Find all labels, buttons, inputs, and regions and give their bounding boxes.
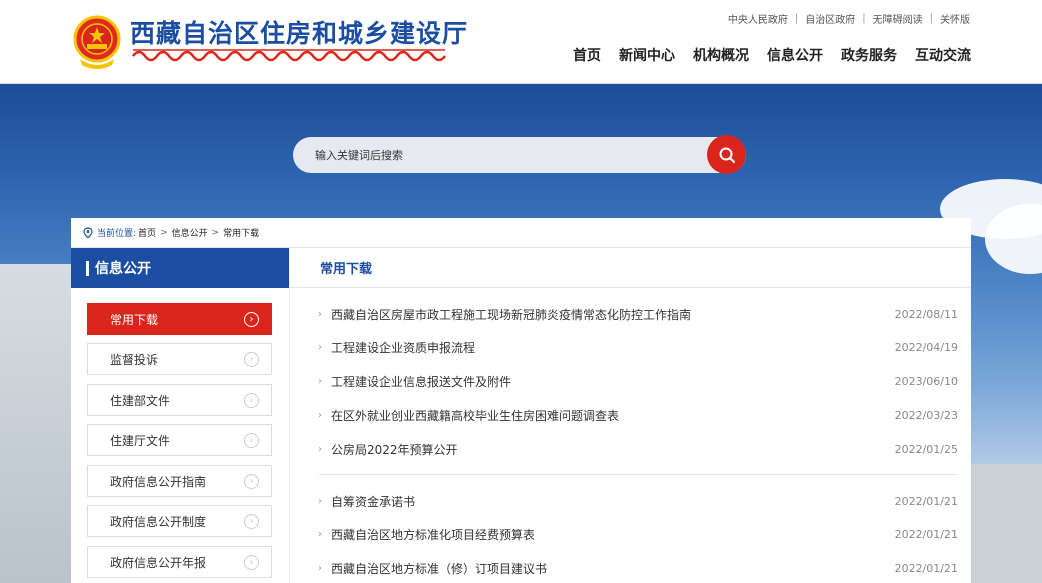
search-input[interactable] xyxy=(293,137,703,173)
nav-item-info-disclosure[interactable]: 信息公开 xyxy=(767,45,823,65)
sidebar-item-label: 政府信息公开指南 xyxy=(110,474,207,489)
sidebar-item-label: 住建部文件 xyxy=(110,393,171,408)
sidebar-item-disclosure-system[interactable]: 政府信息公开制度 › xyxy=(87,505,272,537)
location-pin-icon xyxy=(83,227,93,238)
chevron-right-icon: › xyxy=(244,474,259,489)
sidebar-item-label: 常用下载 xyxy=(110,312,159,327)
list-item[interactable]: › 工程建设企业信息报送文件及附件 2023/06/10 xyxy=(318,371,958,391)
list-item-title[interactable]: 西藏自治区地方标准化项目经费预算表 xyxy=(331,526,895,543)
list-item-date: 2022/01/21 xyxy=(894,494,958,508)
sidebar-item-ministry-docs[interactable]: 住建部文件 › xyxy=(87,384,272,416)
list-item[interactable]: › 在区外就业创业西藏籍高校毕业生住房困难问题调查表 2022/03/23 xyxy=(318,405,958,425)
chevron-right-icon: › xyxy=(244,312,259,327)
list-item[interactable]: › 西藏自治区地方标准（修）订项目建议书 2022/01/21 xyxy=(318,558,958,578)
sidebar-header-bar xyxy=(86,260,89,276)
chevron-right-icon: › xyxy=(244,352,259,367)
chevron-right-icon: › xyxy=(244,514,259,529)
breadcrumb: 当前位置: 首页 > 信息公开 > 常用下载 xyxy=(71,218,971,248)
bullet-icon: › xyxy=(318,495,322,507)
sidebar-item-downloads[interactable]: 常用下载 › xyxy=(87,303,272,335)
breadcrumb-label: 当前位置: xyxy=(97,229,137,239)
sidebar-item-complaints[interactable]: 监督投诉 › xyxy=(87,343,272,375)
bullet-icon: › xyxy=(318,341,322,353)
list-item-title[interactable]: 西藏自治区地方标准（修）订项目建议书 xyxy=(331,560,895,577)
bullet-icon: › xyxy=(318,308,322,320)
national-emblem-icon[interactable] xyxy=(72,15,122,71)
separator: | xyxy=(929,13,933,24)
list-divider xyxy=(318,474,958,475)
list-item[interactable]: › 自筹资金承诺书 2022/01/21 xyxy=(318,491,958,511)
download-list: › 西藏自治区房屋市政工程施工现场新冠肺炎疫情常态化防控工作指南 2022/08… xyxy=(289,288,971,583)
bullet-icon: › xyxy=(318,375,322,387)
site-title[interactable]: 西藏自治区住房和城乡建设厅 xyxy=(130,14,468,50)
bullet-icon: › xyxy=(318,409,322,421)
list-item-title[interactable]: 自筹资金承诺书 xyxy=(331,493,895,510)
chevron-right-icon: › xyxy=(244,393,259,408)
building-image xyxy=(968,464,1042,583)
list-item-date: 2023/06/10 xyxy=(894,374,958,388)
sidebar-item-label: 监督投诉 xyxy=(110,352,159,367)
list-item-title[interactable]: 公房局2022年预算公开 xyxy=(331,441,895,458)
search-bar xyxy=(293,135,746,174)
list-item-date: 2022/01/21 xyxy=(894,527,958,541)
sidebar-item-label: 政府信息公开年报 xyxy=(110,555,207,570)
chevron-right-icon: › xyxy=(244,555,259,570)
top-link-accessibility[interactable]: 无障碍阅读 xyxy=(873,11,923,26)
list-item[interactable]: › 公房局2022年预算公开 2022/01/25 xyxy=(318,439,958,459)
breadcrumb-separator: > xyxy=(211,227,220,238)
nav-item-news[interactable]: 新闻中心 xyxy=(619,45,675,65)
list-item[interactable]: › 西藏自治区地方标准化项目经费预算表 2022/01/21 xyxy=(318,524,958,544)
main-section-title: 常用下载 xyxy=(289,248,971,288)
sidebar-item-annual-report[interactable]: 政府信息公开年报 › xyxy=(87,546,272,578)
nav-item-services[interactable]: 政务服务 xyxy=(841,45,897,65)
top-link-central-gov[interactable]: 中央人民政府 xyxy=(728,11,788,26)
list-item-title[interactable]: 西藏自治区房屋市政工程施工现场新冠肺炎疫情常态化防控工作指南 xyxy=(331,306,895,323)
sidebar-item-label: 政府信息公开制度 xyxy=(110,514,207,529)
separator: | xyxy=(862,13,866,24)
list-item[interactable]: › 工程建设企业资质申报流程 2022/04/19 xyxy=(318,337,958,357)
list-item-date: 2022/03/23 xyxy=(894,408,958,422)
breadcrumb-home[interactable]: 首页 xyxy=(138,226,156,239)
list-item-date: 2022/01/21 xyxy=(894,561,958,575)
top-link-care-mode[interactable]: 关怀版 xyxy=(940,11,970,26)
main-nav: 首页 新闻中心 机构概况 信息公开 政务服务 互动交流 xyxy=(573,45,971,65)
list-item-title[interactable]: 在区外就业创业西藏籍高校毕业生住房困难问题调查表 xyxy=(331,407,895,424)
bullet-icon: › xyxy=(318,562,322,574)
bullet-icon: › xyxy=(318,528,322,540)
sidebar-title: 信息公开 xyxy=(95,261,151,277)
nav-item-interaction[interactable]: 互动交流 xyxy=(915,45,971,65)
bullet-icon: › xyxy=(318,443,322,455)
nav-item-about[interactable]: 机构概况 xyxy=(693,45,749,65)
top-links: 中央人民政府 | 自治区政府 | 无障碍阅读 | 关怀版 xyxy=(728,11,970,26)
list-item[interactable]: › 西藏自治区房屋市政工程施工现场新冠肺炎疫情常态化防控工作指南 2022/08… xyxy=(318,304,958,324)
search-button[interactable] xyxy=(707,135,746,174)
breadcrumb-current[interactable]: 常用下载 xyxy=(223,226,259,239)
breadcrumb-info-disclosure[interactable]: 信息公开 xyxy=(172,226,208,239)
sidebar-item-disclosure-guide[interactable]: 政府信息公开指南 › xyxy=(87,465,272,497)
sidebar-item-label: 住建厅文件 xyxy=(110,433,171,448)
list-item-date: 2022/08/11 xyxy=(894,307,958,321)
nav-item-home[interactable]: 首页 xyxy=(573,45,601,65)
sidebar-item-department-docs[interactable]: 住建厅文件 › xyxy=(87,424,272,456)
list-item-date: 2022/04/19 xyxy=(894,340,958,354)
breadcrumb-separator: > xyxy=(160,227,168,238)
tibetan-site-title xyxy=(132,49,446,62)
sidebar-header: 信息公开 xyxy=(71,248,289,288)
list-item-date: 2022/01/25 xyxy=(894,442,958,456)
list-item-title[interactable]: 工程建设企业资质申报流程 xyxy=(331,339,895,356)
list-item-title[interactable]: 工程建设企业信息报送文件及附件 xyxy=(331,373,895,390)
search-icon xyxy=(719,147,735,163)
site-header: 西藏自治区住房和城乡建设厅 中央人民政府 | 自治区政府 | 无障碍阅读 | 关… xyxy=(0,0,1042,84)
chevron-right-icon: › xyxy=(244,433,259,448)
content-panel: 当前位置: 首页 > 信息公开 > 常用下载 信息公开 常用下载 › 监督投诉 … xyxy=(71,218,971,583)
separator: | xyxy=(794,13,799,24)
top-link-region-gov[interactable]: 自治区政府 xyxy=(805,11,855,26)
